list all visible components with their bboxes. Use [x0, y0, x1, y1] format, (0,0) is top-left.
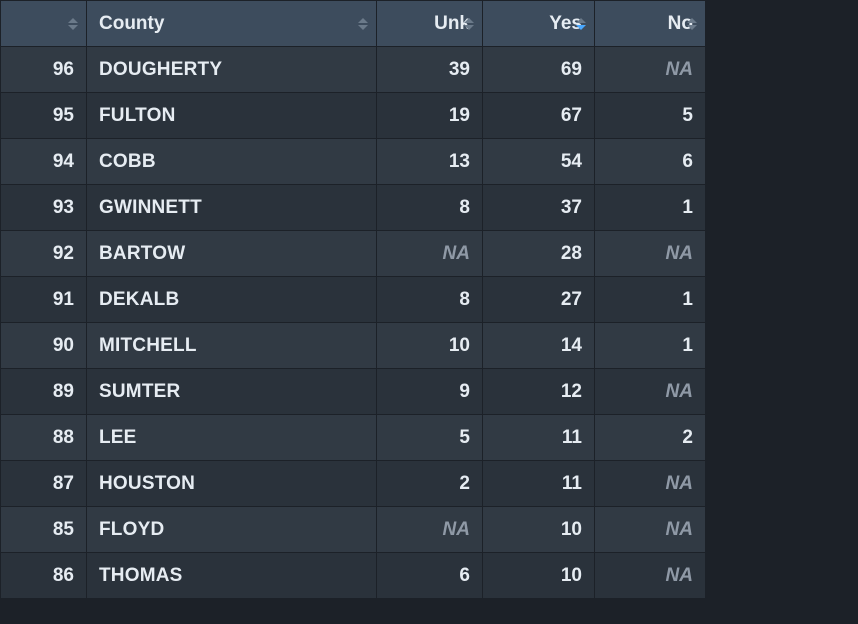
- header-index[interactable]: [1, 1, 87, 47]
- table-row[interactable]: 91DEKALB8271: [1, 277, 706, 323]
- cell-county: BARTOW: [87, 231, 377, 277]
- sort-desc-icon: [68, 25, 78, 30]
- cell-index: 96: [1, 47, 87, 93]
- cell-county: FLOYD: [87, 507, 377, 553]
- cell-yes: 14: [483, 323, 595, 369]
- cell-yes: 10: [483, 507, 595, 553]
- cell-no: NA: [595, 507, 706, 553]
- sort-control-yes[interactable]: [576, 18, 586, 30]
- sort-asc-icon: [68, 18, 78, 23]
- cell-county: LEE: [87, 415, 377, 461]
- table-row[interactable]: 96DOUGHERTY3969NA: [1, 47, 706, 93]
- table-row[interactable]: 88LEE5112: [1, 415, 706, 461]
- cell-index: 91: [1, 277, 87, 323]
- cell-index: 89: [1, 369, 87, 415]
- cell-county: GWINNETT: [87, 185, 377, 231]
- cell-no: 1: [595, 185, 706, 231]
- cell-no: NA: [595, 47, 706, 93]
- table-row[interactable]: 95FULTON19675: [1, 93, 706, 139]
- cell-yes: 67: [483, 93, 595, 139]
- cell-no: NA: [595, 553, 706, 599]
- header-county-label: County: [99, 13, 164, 35]
- header-no[interactable]: No: [595, 1, 706, 47]
- cell-county: HOUSTON: [87, 461, 377, 507]
- cell-county: SUMTER: [87, 369, 377, 415]
- cell-unk: 6: [377, 553, 483, 599]
- sort-asc-icon: [358, 18, 368, 23]
- header-row: County Unk Yes: [1, 1, 706, 47]
- cell-yes: 28: [483, 231, 595, 277]
- cell-county: DEKALB: [87, 277, 377, 323]
- cell-index: 90: [1, 323, 87, 369]
- cell-unk: 2: [377, 461, 483, 507]
- cell-yes: 69: [483, 47, 595, 93]
- cell-county: THOMAS: [87, 553, 377, 599]
- cell-index: 86: [1, 553, 87, 599]
- header-unk[interactable]: Unk: [377, 1, 483, 47]
- sort-control-no[interactable]: [687, 18, 697, 30]
- cell-index: 93: [1, 185, 87, 231]
- cell-yes: 11: [483, 415, 595, 461]
- table-row[interactable]: 86THOMAS610NA: [1, 553, 706, 599]
- cell-yes: 27: [483, 277, 595, 323]
- table-body: 96DOUGHERTY3969NA95FULTON1967594COBB1354…: [1, 47, 706, 599]
- table-row[interactable]: 90MITCHELL10141: [1, 323, 706, 369]
- cell-unk: 19: [377, 93, 483, 139]
- cell-county: DOUGHERTY: [87, 47, 377, 93]
- sort-asc-icon: [464, 18, 474, 23]
- sort-asc-icon: [687, 18, 697, 23]
- sort-control-unk[interactable]: [464, 18, 474, 30]
- cell-no: 2: [595, 415, 706, 461]
- sort-desc-active-icon: [576, 25, 586, 30]
- table-row[interactable]: 85FLOYDNA10NA: [1, 507, 706, 553]
- sort-desc-icon: [358, 25, 368, 30]
- sort-control-county[interactable]: [358, 18, 368, 30]
- sort-asc-icon: [576, 18, 586, 23]
- cell-unk: 9: [377, 369, 483, 415]
- cell-unk: 8: [377, 277, 483, 323]
- cell-unk: 10: [377, 323, 483, 369]
- cell-unk: NA: [377, 507, 483, 553]
- cell-unk: 5: [377, 415, 483, 461]
- header-county[interactable]: County: [87, 1, 377, 47]
- cell-index: 94: [1, 139, 87, 185]
- cell-index: 85: [1, 507, 87, 553]
- table-row[interactable]: 89SUMTER912NA: [1, 369, 706, 415]
- cell-yes: 12: [483, 369, 595, 415]
- table-row[interactable]: 94COBB13546: [1, 139, 706, 185]
- cell-no: NA: [595, 369, 706, 415]
- cell-no: 5: [595, 93, 706, 139]
- cell-yes: 11: [483, 461, 595, 507]
- cell-unk: NA: [377, 231, 483, 277]
- cell-no: NA: [595, 461, 706, 507]
- table-row[interactable]: 93GWINNETT8371: [1, 185, 706, 231]
- sort-desc-icon: [687, 25, 697, 30]
- cell-unk: 8: [377, 185, 483, 231]
- cell-county: FULTON: [87, 93, 377, 139]
- table-row[interactable]: 92BARTOWNA28NA: [1, 231, 706, 277]
- cell-yes: 37: [483, 185, 595, 231]
- cell-index: 95: [1, 93, 87, 139]
- cell-county: COBB: [87, 139, 377, 185]
- cell-no: NA: [595, 231, 706, 277]
- data-table-container: County Unk Yes: [0, 0, 705, 599]
- cell-index: 87: [1, 461, 87, 507]
- cell-county: MITCHELL: [87, 323, 377, 369]
- sort-control-index[interactable]: [68, 18, 78, 30]
- cell-index: 88: [1, 415, 87, 461]
- cell-no: 1: [595, 323, 706, 369]
- cell-unk: 13: [377, 139, 483, 185]
- cell-no: 6: [595, 139, 706, 185]
- sort-desc-icon: [464, 25, 474, 30]
- cell-unk: 39: [377, 47, 483, 93]
- data-table: County Unk Yes: [0, 0, 706, 599]
- cell-yes: 54: [483, 139, 595, 185]
- cell-index: 92: [1, 231, 87, 277]
- cell-yes: 10: [483, 553, 595, 599]
- cell-no: 1: [595, 277, 706, 323]
- header-yes[interactable]: Yes: [483, 1, 595, 47]
- table-row[interactable]: 87HOUSTON211NA: [1, 461, 706, 507]
